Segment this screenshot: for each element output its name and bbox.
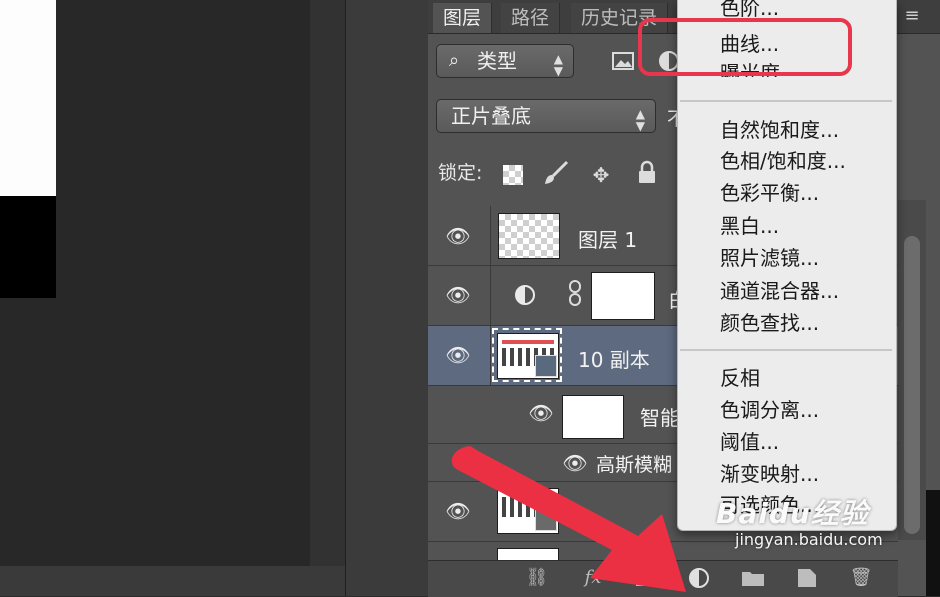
row-divider <box>490 206 491 386</box>
visibility-eye-icon[interactable]: 👁 <box>443 344 473 366</box>
highlight-box-curves <box>638 18 852 76</box>
visibility-eye-icon[interactable]: 👁 <box>443 284 473 306</box>
layer-name: 图层 1 <box>578 228 638 252</box>
menu-separator <box>680 100 892 102</box>
document-image-black <box>0 196 56 298</box>
baidu-watermark: Baidu经验 <box>716 492 869 532</box>
dropdown-arrows-icon: ▲ ▼ <box>635 107 645 133</box>
lock-label: 锁定: <box>438 162 483 184</box>
filter-type-dropdown[interactable]: ⌕ 类型 ▲ ▼ <box>436 44 574 78</box>
menu-separator <box>680 349 892 351</box>
tab-layers[interactable]: 图层 <box>433 3 493 33</box>
scrollbar-thumb[interactable] <box>904 236 920 534</box>
menu-item-black-white[interactable]: 黑白... <box>720 212 779 240</box>
blend-mode-label: 正片叠底 <box>451 104 531 128</box>
menu-item-vibrance[interactable]: 自然饱和度... <box>720 116 839 144</box>
visibility-eye-icon[interactable]: 👁 <box>526 402 556 424</box>
new-layer-icon[interactable] <box>792 566 822 590</box>
canvas-edge-strip <box>310 0 345 596</box>
menu-item-color-balance[interactable]: 色彩平衡... <box>720 179 819 207</box>
menu-item-color-lookup[interactable]: 颜色查找... <box>720 309 819 337</box>
smart-filter-label: 智能 <box>640 406 680 430</box>
menu-item-photo-filter[interactable]: 照片滤镜... <box>720 244 819 272</box>
new-group-folder-icon[interactable] <box>738 566 768 590</box>
lock-transparent-icon[interactable] <box>503 165 523 185</box>
document-image-white <box>0 0 56 196</box>
visibility-eye-icon[interactable]: 👁 <box>443 225 473 247</box>
dropdown-arrows-icon: ▲ ▼ <box>553 52 563 78</box>
trash-delete-icon[interactable]: 🗑 <box>846 566 876 590</box>
search-icon: ⌕ <box>449 50 460 71</box>
panel-dock-divider <box>345 0 429 596</box>
menu-item-posterize[interactable]: 色调分离... <box>720 396 819 424</box>
menu-item-invert[interactable]: 反相 <box>720 364 760 392</box>
menu-item-gradient-map[interactable]: 渐变映射... <box>720 460 819 488</box>
panel-menu-icon[interactable]: ≡ <box>898 5 926 27</box>
watermark-text: Baidu经验 <box>716 497 869 530</box>
menu-item-hue-saturation[interactable]: 色相/饱和度... <box>720 147 846 175</box>
lock-brush-icon[interactable] <box>541 160 571 190</box>
smart-filter-mask-thumbnail[interactable] <box>562 395 624 439</box>
link-chain-icon[interactable] <box>560 280 590 310</box>
layer-thumbnail <box>498 213 560 259</box>
lock-all-icon[interactable] <box>632 160 662 190</box>
adjustment-layer-icon <box>510 280 540 310</box>
canvas-status-bar <box>0 566 345 596</box>
filter-type-label: 类型 <box>477 49 517 73</box>
menu-item-channel-mixer[interactable]: 通道混合器... <box>720 277 839 305</box>
smart-object-icon <box>535 355 557 377</box>
watermark-url: jingyan.baidu.com <box>735 530 883 549</box>
lock-move-icon[interactable]: ✥ <box>586 160 616 190</box>
layer-mask-thumbnail[interactable] <box>591 272 655 320</box>
blend-mode-dropdown[interactable]: 正片叠底 ▲ ▼ <box>436 99 656 133</box>
window-edge <box>926 490 940 596</box>
tab-paths[interactable]: 路径 <box>501 3 561 33</box>
filter-pixel-icon[interactable] <box>608 46 638 76</box>
red-arrow-annotation <box>451 446 686 592</box>
layer-name: 10 副本 <box>578 348 650 372</box>
